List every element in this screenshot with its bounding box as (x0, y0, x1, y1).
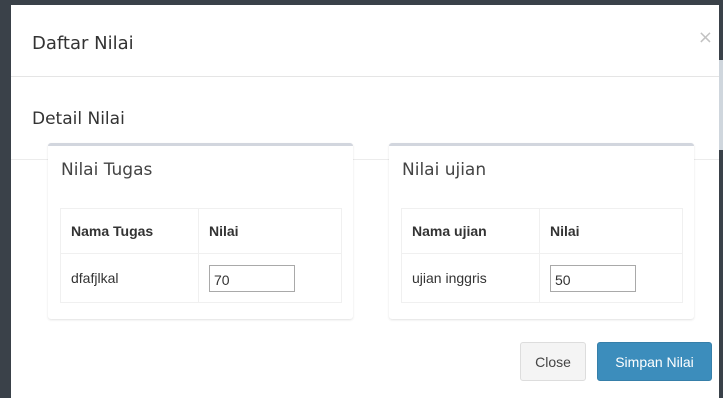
ujian-nilai-input[interactable] (550, 264, 636, 292)
nilai-tugas-table: Nama Tugas Nilai dfafjlkal (60, 208, 342, 303)
column-header-nilai: Nilai (539, 208, 683, 254)
page-backdrop-left (0, 0, 11, 398)
tugas-nilai-input[interactable] (209, 264, 295, 292)
page-backdrop-highlight (719, 60, 723, 150)
table-row: ujian inggris (401, 253, 683, 303)
modal-header: Daftar Nilai × (11, 5, 719, 77)
page-backdrop-right (719, 0, 723, 398)
ujian-value-cell (539, 253, 683, 303)
close-button[interactable]: Close (520, 342, 586, 381)
daftar-nilai-modal: Daftar Nilai × Detail Nilai Nilai Tugas … (11, 5, 719, 398)
nilai-ujian-title: Nilai ujian (402, 160, 487, 180)
column-header-nama-tugas: Nama Tugas (60, 208, 199, 254)
simpan-nilai-button[interactable]: Simpan Nilai (597, 342, 712, 381)
column-header-nama-ujian: Nama ujian (401, 208, 540, 254)
nilai-ujian-table: Nama ujian Nilai ujian inggris (401, 208, 683, 303)
column-header-nilai: Nilai (198, 208, 342, 254)
tugas-value-cell (198, 253, 342, 303)
nilai-tugas-panel: Nilai Tugas Nama Tugas Nilai dfafjlkal (48, 143, 353, 319)
nilai-ujian-panel: Nilai ujian Nama ujian Nilai ujian inggr… (389, 143, 694, 319)
modal-title: Daftar Nilai (32, 33, 134, 54)
section-title-detail-nilai: Detail Nilai (32, 109, 125, 129)
tugas-name-cell: dfafjlkal (60, 253, 199, 303)
close-icon[interactable]: × (698, 29, 713, 47)
ujian-name-cell: ujian inggris (401, 253, 540, 303)
table-row: dfafjlkal (60, 253, 342, 303)
nilai-tugas-title: Nilai Tugas (61, 160, 153, 180)
table-header-row: Nama ujian Nilai (401, 208, 683, 254)
table-header-row: Nama Tugas Nilai (60, 208, 342, 254)
